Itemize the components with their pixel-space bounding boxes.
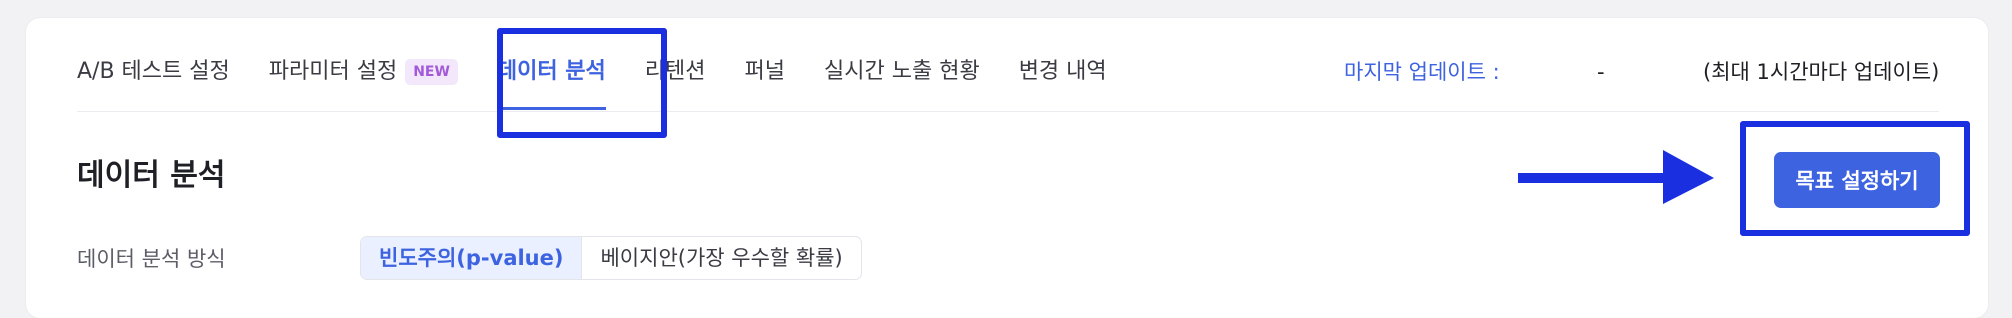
tab-label: 퍼널: [744, 59, 786, 84]
highlight-box-goal-button: [1740, 121, 1970, 236]
analysis-method-toggle: 빈도주의(p-value) 베이지안(가장 우수할 확률): [360, 236, 862, 280]
update-frequency-note: (최대 1시간마다 업데이트): [1703, 60, 1940, 84]
tab-label: A/B 테스트 설정: [77, 59, 230, 84]
tab-label: 실시간 노출 현황: [824, 59, 980, 84]
tab-label: 파라미터 설정: [268, 59, 398, 84]
tab-parameter-settings[interactable]: 파라미터 설정 NEW: [269, 52, 458, 92]
last-update-label: 마지막 업데이트 :: [1344, 60, 1500, 84]
tab-change-history[interactable]: 변경 내역: [1019, 52, 1107, 92]
tab-divider: [77, 111, 1939, 112]
page-title: 데이터 분석: [77, 158, 226, 193]
option-frequentist[interactable]: 빈도주의(p-value): [361, 237, 582, 279]
annotation-arrow-icon: [1518, 150, 1714, 204]
new-badge: NEW: [405, 59, 458, 85]
last-update-value: -: [1597, 60, 1605, 84]
tab-ab-test-settings[interactable]: A/B 테스트 설정: [77, 52, 230, 92]
highlight-box-data-analysis-tab: [497, 28, 667, 138]
analysis-method-label: 데이터 분석 방식: [77, 247, 226, 271]
tab-realtime-exposure[interactable]: 실시간 노출 현황: [824, 52, 980, 92]
option-bayesian[interactable]: 베이지안(가장 우수할 확률): [581, 237, 860, 279]
tab-label: 변경 내역: [1018, 59, 1107, 84]
tab-funnel[interactable]: 퍼널: [745, 52, 785, 92]
